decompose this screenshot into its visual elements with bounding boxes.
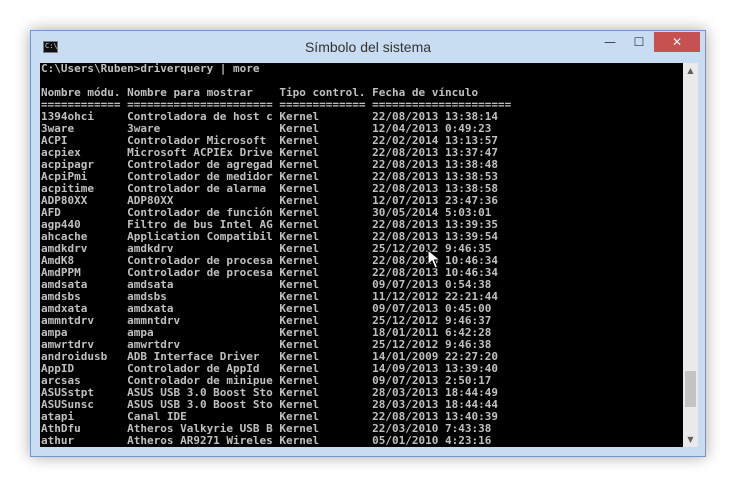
vertical-scrollbar[interactable]: ▲ ▼ (683, 63, 698, 447)
scroll-up-arrow-icon[interactable]: ▲ (683, 63, 698, 78)
maximize-button[interactable]: ☐ (625, 32, 653, 52)
title-bar[interactable]: C:\_ Símbolo del sistema — ☐ ✕ (31, 31, 705, 63)
console-output[interactable]: C:\Users\Ruben>driverquery | more Nombre… (40, 63, 683, 447)
close-button[interactable]: ✕ (654, 32, 700, 52)
minimize-button[interactable]: — (596, 32, 624, 52)
mouse-pointer-icon (427, 249, 441, 269)
scroll-down-arrow-icon[interactable]: ▼ (683, 432, 698, 447)
console-window: C:\_ Símbolo del sistema — ☐ ✕ C:\Users\… (30, 30, 706, 457)
scrollbar-thumb[interactable] (685, 370, 696, 407)
